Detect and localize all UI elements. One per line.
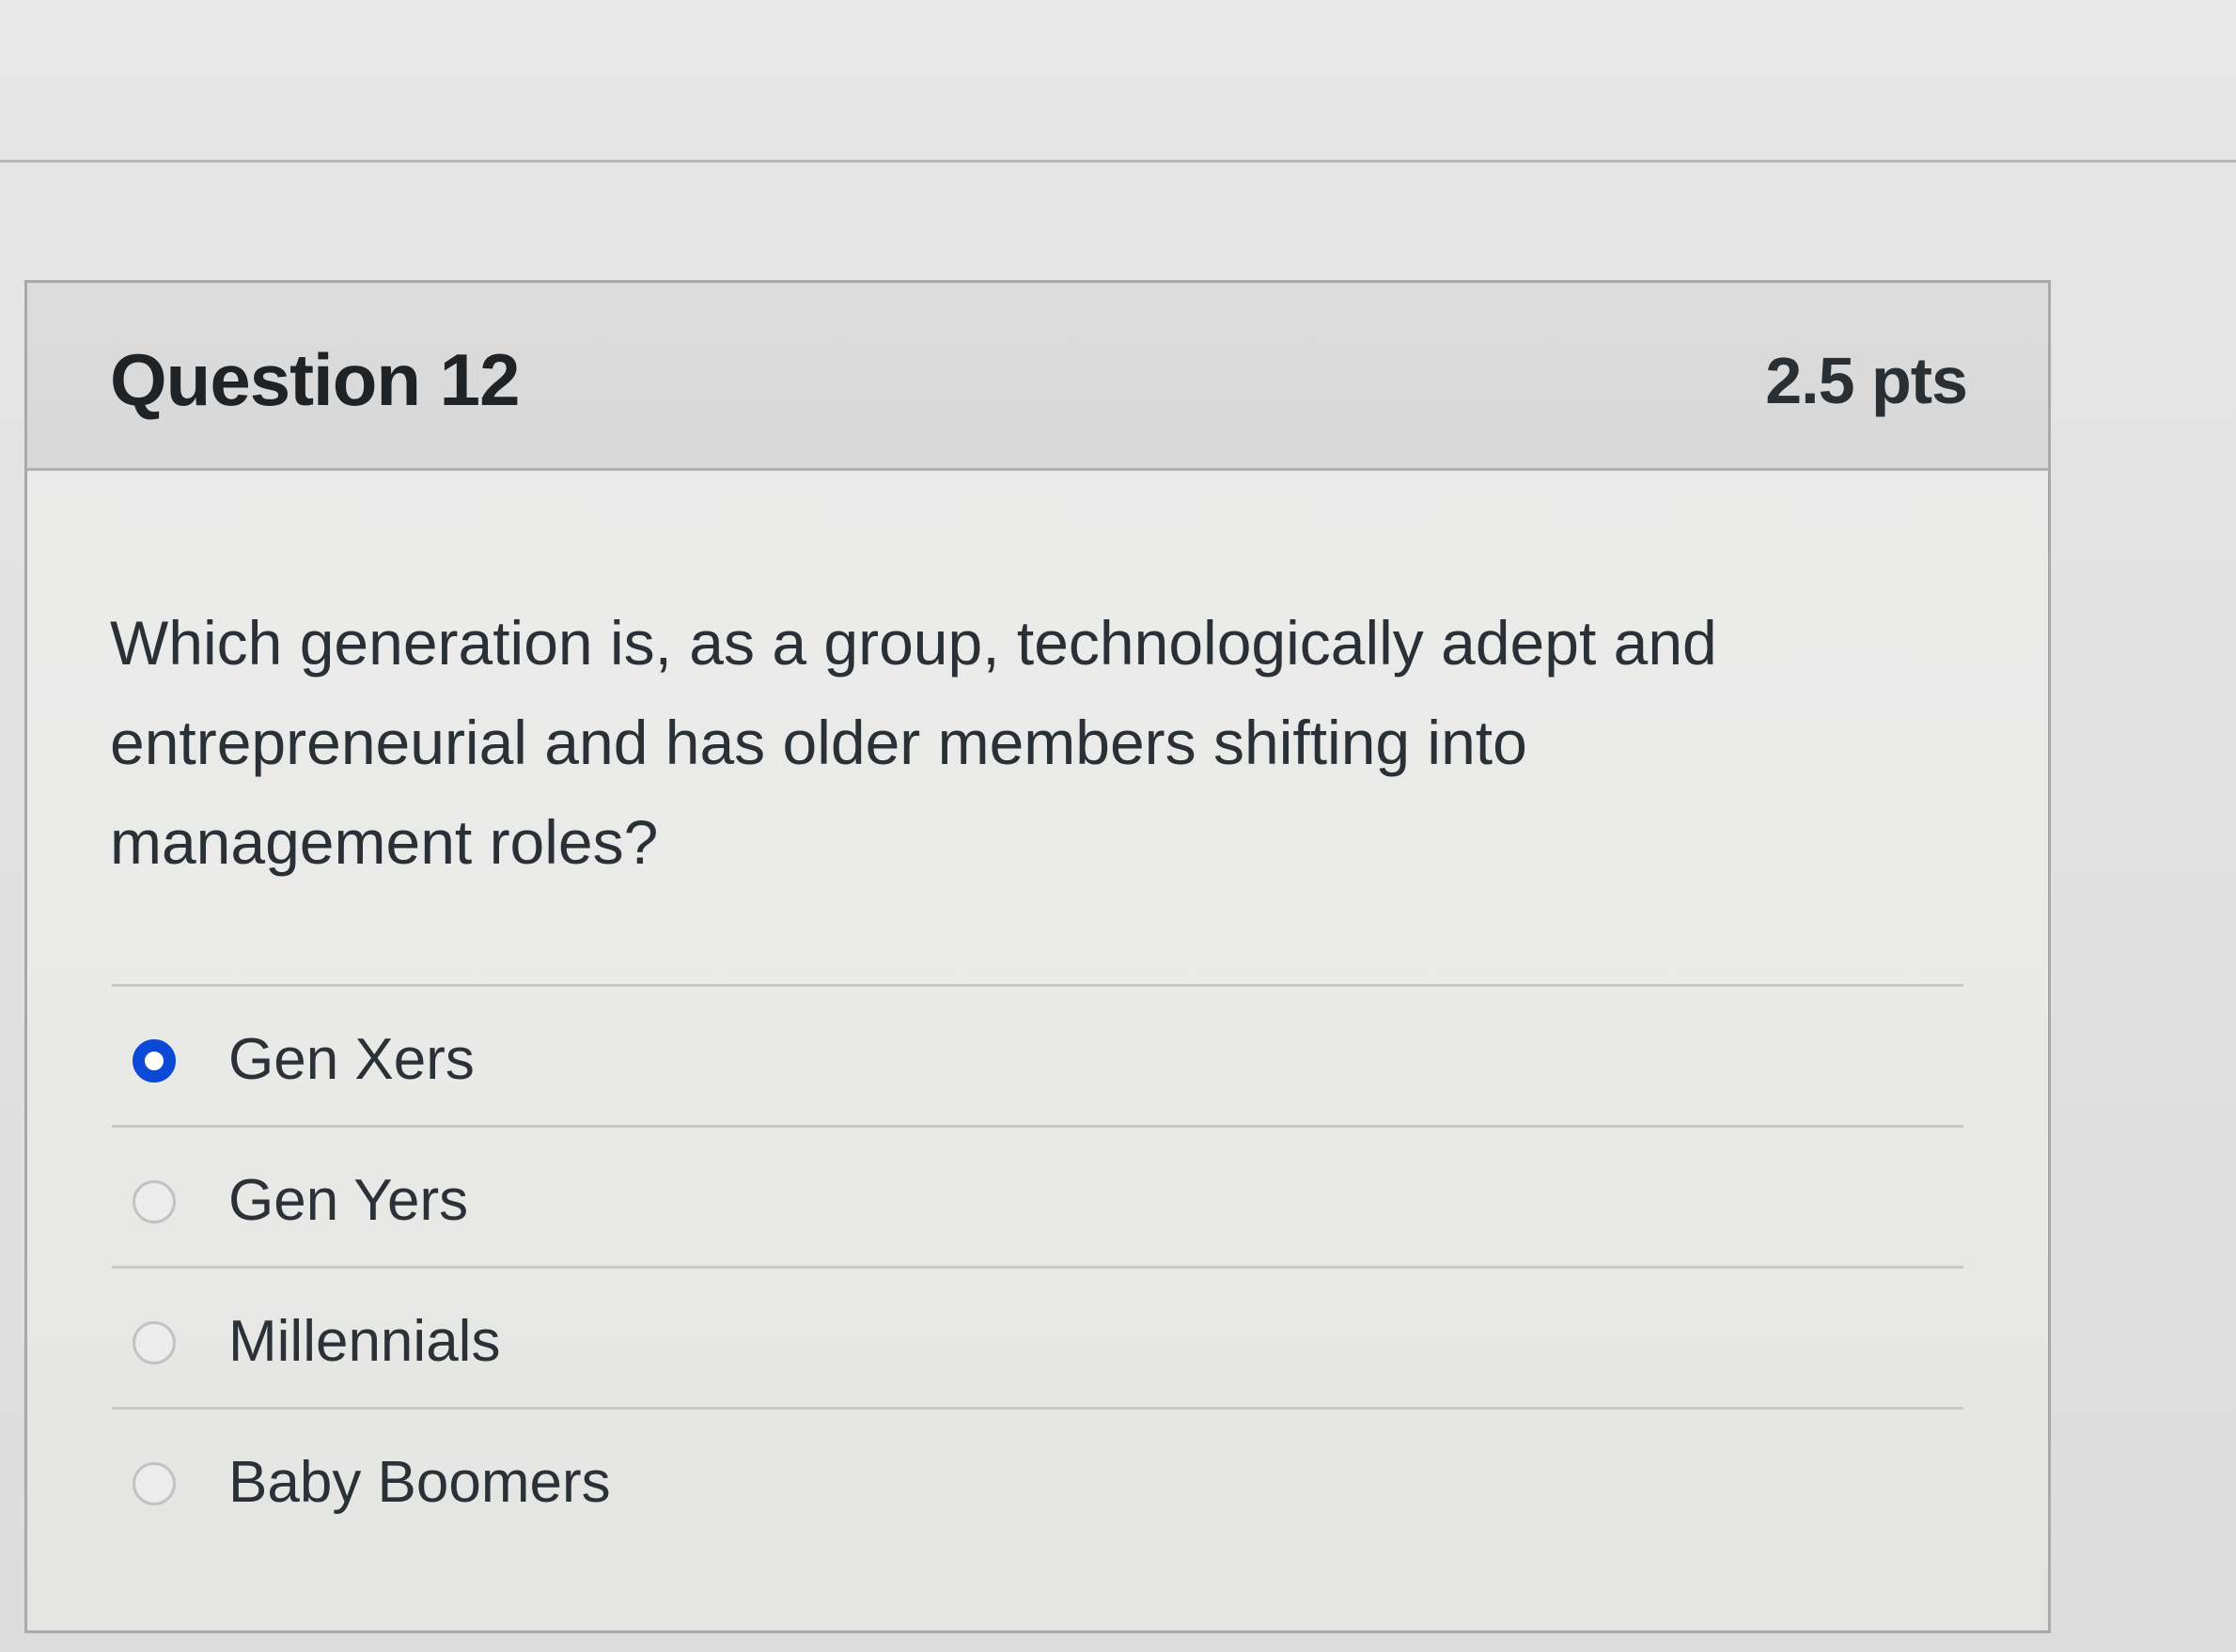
radio-button-selected[interactable]: [133, 1039, 176, 1083]
answer-label[interactable]: Gen Xers: [228, 1026, 475, 1093]
answer-label[interactable]: Millennials: [228, 1308, 500, 1375]
question-header: Question 12 2.5 pts: [27, 283, 2048, 471]
answer-option-millennials[interactable]: Millennials: [112, 1266, 1963, 1407]
radio-button[interactable]: [133, 1321, 176, 1364]
question-text: Which generation is, as a group, technol…: [110, 608, 1717, 877]
answer-option-baby-boomers[interactable]: Baby Boomers: [112, 1407, 1963, 1548]
top-background-strip: [0, 0, 2236, 163]
answer-option-gen-xers[interactable]: Gen Xers: [112, 984, 1963, 1125]
answer-option-gen-yers[interactable]: Gen Yers: [112, 1125, 1963, 1266]
answer-label[interactable]: Gen Yers: [228, 1167, 468, 1234]
question-card: Question 12 2.5 pts Which generation is,…: [24, 280, 2051, 1633]
radio-button[interactable]: [133, 1180, 176, 1223]
question-points: 2.5 pts: [1765, 344, 1968, 417]
answer-list: Gen Xers Gen Yers Millennials Baby Boome…: [112, 984, 1963, 1548]
question-title: Question 12: [110, 338, 520, 421]
radio-button[interactable]: [133, 1462, 176, 1505]
answer-label[interactable]: Baby Boomers: [228, 1449, 611, 1516]
